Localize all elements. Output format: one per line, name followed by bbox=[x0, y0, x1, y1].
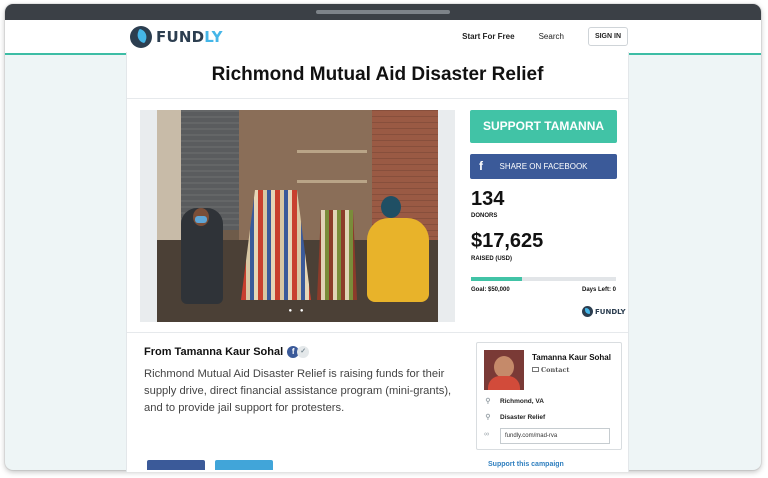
support-button[interactable]: SUPPORT TAMANNA bbox=[470, 110, 617, 143]
twitter-share-small-button[interactable] bbox=[215, 460, 273, 470]
fundly-logo[interactable]: FUNDLY bbox=[130, 25, 223, 49]
raised-label: RAISED (USD) bbox=[471, 256, 513, 262]
organizer-location-row: ⚲ Richmond, VA bbox=[484, 397, 544, 406]
from-organizer-text: From Tamanna Kaur Sohal bbox=[144, 346, 284, 358]
days-left-text: Days Left: 0 bbox=[581, 287, 616, 293]
fundly-logo-text: FUNDLY bbox=[156, 28, 223, 46]
campaign-photo[interactable]: ● ● bbox=[157, 110, 438, 322]
carousel-dots[interactable]: ● ● bbox=[157, 308, 438, 314]
category-icon: ⚲ bbox=[485, 414, 491, 421]
contact-label: Contact bbox=[541, 366, 570, 374]
verified-check-icon: ✓ bbox=[297, 346, 310, 358]
sign-in-button[interactable]: SIGN IN bbox=[587, 27, 628, 46]
campaign-title: Richmond Mutual Aid Disaster Relief bbox=[211, 64, 544, 85]
frame-topbar bbox=[5, 4, 761, 20]
photo-shelf bbox=[297, 180, 367, 183]
campaign-description: Richmond Mutual Aid Disaster Relief is r… bbox=[144, 368, 452, 414]
frame-pill bbox=[316, 10, 450, 14]
photo-volunteer bbox=[367, 218, 429, 302]
organizer-name: Tamanna Kaur Sohal bbox=[532, 353, 611, 362]
link-icon: ∞ bbox=[484, 431, 489, 438]
campaign-url-field[interactable]: fundly.com/mad-rva bbox=[500, 428, 610, 444]
start-for-free-link[interactable]: Start For Free bbox=[462, 32, 514, 41]
organizer-avatar bbox=[484, 350, 524, 390]
photo-food-pile bbox=[317, 210, 357, 300]
share-facebook-button[interactable]: f SHARE ON FACEBOOK bbox=[470, 154, 617, 179]
raised-amount: $17,625 bbox=[471, 230, 544, 252]
top-nav: Start For Free Search SIGN IN bbox=[462, 27, 628, 46]
photo-face-mask bbox=[195, 216, 207, 223]
donors-label: DONORS bbox=[471, 213, 498, 219]
funding-progress-fill bbox=[471, 277, 522, 281]
share-facebook-label: SHARE ON FACEBOOK bbox=[499, 162, 588, 171]
title-divider bbox=[127, 98, 628, 99]
photo-volunteer-head bbox=[381, 196, 401, 218]
fundly-logo-icon bbox=[130, 26, 152, 48]
fundly-mini-logo-text: FUNDLY bbox=[595, 307, 626, 316]
funding-progress-bar bbox=[471, 277, 616, 281]
fundly-mini-logo-icon bbox=[582, 306, 593, 317]
envelope-icon bbox=[532, 367, 539, 372]
site-header: FUNDLY Start For Free Search SIGN IN bbox=[5, 20, 761, 55]
photo-left-wall bbox=[157, 110, 181, 240]
section-divider bbox=[127, 332, 628, 333]
support-campaign-link[interactable]: Support this campaign bbox=[488, 461, 564, 468]
search-link[interactable]: Search bbox=[539, 32, 564, 41]
location-pin-icon: ⚲ bbox=[485, 398, 491, 405]
facebook-icon: f bbox=[479, 159, 483, 173]
donors-count: 134 bbox=[471, 188, 505, 210]
campaign-panel: Richmond Mutual Aid Disaster Relief ● ● … bbox=[126, 52, 629, 472]
campaign-photo-frame: ● ● bbox=[140, 110, 455, 322]
organizer-card: Tamanna Kaur Sohal Contact ⚲ Richmond, V… bbox=[476, 342, 622, 450]
photo-shelf bbox=[297, 150, 367, 153]
organizer-contact-link[interactable]: Contact bbox=[532, 366, 569, 374]
goal-text: Goal: $50,000 bbox=[471, 287, 510, 293]
organizer-category-row: ⚲ Disaster Relief bbox=[484, 413, 546, 422]
powered-by-fundly: FUNDLY bbox=[582, 306, 626, 317]
organizer-heading: From Tamanna Kaur Sohal f ✓ bbox=[144, 346, 310, 358]
organizer-location: Richmond, VA bbox=[500, 397, 544, 405]
organizer-category: Disaster Relief bbox=[500, 413, 546, 421]
facebook-share-small-button[interactable] bbox=[147, 460, 205, 470]
